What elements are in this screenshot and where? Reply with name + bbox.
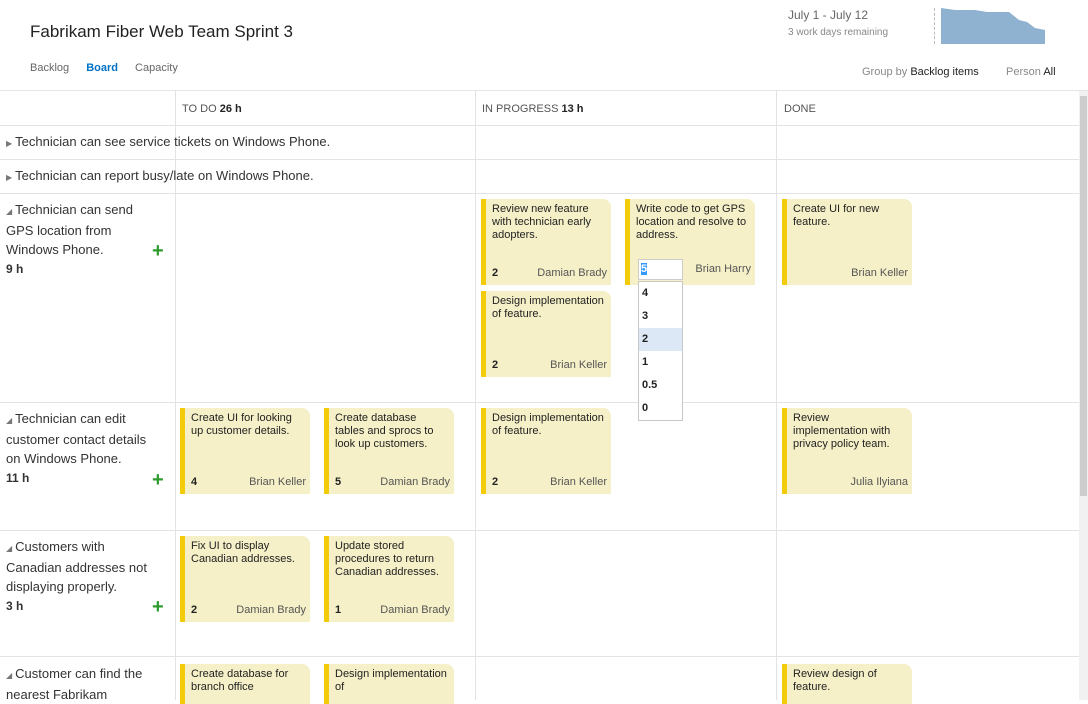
tab-capacity[interactable]: Capacity: [135, 62, 178, 74]
task-card[interactable]: Fix UI to display Canadian addresses. 2 …: [180, 536, 310, 622]
remaining-work-input[interactable]: 5: [638, 259, 683, 280]
collapsed-story-row[interactable]: ▶ Technician can report busy/late on Wind…: [6, 168, 314, 183]
remaining-work-dropdown[interactable]: 4 3 2 1 0.5 0: [638, 281, 683, 421]
dropdown-option[interactable]: 3: [639, 305, 682, 328]
assigned-to[interactable]: Damian Brady: [537, 267, 607, 279]
assigned-to[interactable]: Brian Keller: [249, 476, 306, 488]
remaining-work[interactable]: 2: [492, 476, 498, 488]
column-header-in-progress: IN PROGRESS 13 h: [482, 103, 584, 115]
assigned-to[interactable]: Damian Brady: [380, 476, 450, 488]
dropdown-option[interactable]: 4: [639, 282, 682, 305]
row-divider: [0, 530, 1079, 531]
add-task-icon[interactable]: +: [152, 470, 164, 490]
task-card[interactable]: Create database tables and sprocs to loo…: [324, 408, 454, 494]
remaining-work[interactable]: 2: [492, 359, 498, 371]
task-card[interactable]: Review design of feature.: [782, 664, 912, 704]
sprint-header: Fabrikam Fiber Web Team Sprint 3 Backlog…: [0, 0, 1088, 91]
task-card[interactable]: Review new feature with technician early…: [481, 199, 611, 285]
dropdown-option[interactable]: 0.5: [639, 374, 682, 397]
collapse-icon[interactable]: ◢: [6, 671, 12, 680]
column-header-done: DONE: [784, 103, 816, 115]
dropdown-option-selected[interactable]: 2: [639, 328, 682, 351]
assigned-to[interactable]: Brian Keller: [550, 359, 607, 371]
assigned-to[interactable]: Damian Brady: [380, 604, 450, 616]
story-item[interactable]: ◢ Technician can send GPS location from W…: [6, 200, 156, 279]
expand-icon[interactable]: ▶: [6, 139, 12, 148]
task-card[interactable]: Update stored procedures to return Canad…: [324, 536, 454, 622]
add-task-icon[interactable]: +: [152, 597, 164, 617]
story-item[interactable]: ◢ Customers with Canadian addresses not d…: [6, 537, 156, 616]
view-tabs: Backlog Board Capacity: [30, 62, 192, 74]
page-title: Fabrikam Fiber Web Team Sprint 3: [30, 22, 293, 41]
add-task-icon[interactable]: +: [152, 241, 164, 261]
story-item[interactable]: ◢ Technician can edit customer contact de…: [6, 409, 156, 488]
scrollbar-thumb[interactable]: [1080, 96, 1087, 496]
assigned-to[interactable]: Brian Keller: [550, 476, 607, 488]
task-card[interactable]: Design implementation of feature. 2 Bria…: [481, 408, 611, 494]
remaining-work[interactable]: 2: [191, 604, 197, 616]
story-hours: 3 h: [6, 599, 24, 613]
row-divider: [0, 402, 1079, 403]
task-card[interactable]: Review implementation with privacy polic…: [782, 408, 912, 494]
task-card[interactable]: Create UI for looking up customer detail…: [180, 408, 310, 494]
assigned-to[interactable]: Brian Harry: [695, 263, 751, 275]
person-filter[interactable]: Person All: [1006, 66, 1056, 78]
collapse-icon[interactable]: ◢: [6, 207, 12, 216]
remaining-work[interactable]: 4: [191, 476, 197, 488]
column-divider: [475, 91, 476, 700]
task-card[interactable]: Create database for branch office: [180, 664, 310, 704]
dropdown-option[interactable]: 0: [639, 397, 682, 420]
story-item[interactable]: ◢ Customer can find the nearest Fabrikam: [6, 664, 156, 704]
assigned-to[interactable]: Brian Keller: [851, 267, 908, 279]
remaining-work[interactable]: 1: [335, 604, 341, 616]
row-divider: [0, 159, 1079, 160]
collapsed-story-row[interactable]: ▶ Technician can see service tickets on W…: [6, 134, 330, 149]
collapse-icon[interactable]: ◢: [6, 416, 12, 425]
work-days-remaining: 3 work days remaining: [788, 27, 889, 38]
expand-icon[interactable]: ▶: [6, 173, 12, 182]
task-card[interactable]: Design implementation of: [324, 664, 454, 704]
story-hours: 9 h: [6, 262, 24, 276]
row-divider: [0, 656, 1079, 657]
column-divider: [776, 91, 777, 700]
sprint-date-range: July 1 - July 12: [788, 8, 869, 22]
column-header-todo: TO DO 26 h: [182, 103, 242, 115]
burndown-chart[interactable]: [934, 8, 1045, 44]
group-by-selector[interactable]: Group by Backlog items: [862, 66, 979, 78]
assigned-to[interactable]: Damian Brady: [236, 604, 306, 616]
task-card[interactable]: Design implementation of feature. 2 Bria…: [481, 291, 611, 377]
row-divider: [0, 193, 1079, 194]
dropdown-option[interactable]: 1: [639, 351, 682, 374]
remaining-work[interactable]: 5: [335, 476, 341, 488]
collapse-icon[interactable]: ◢: [6, 544, 12, 553]
task-card[interactable]: Create UI for new feature. Brian Keller: [782, 199, 912, 285]
row-divider: [0, 125, 1079, 126]
remaining-work[interactable]: 2: [492, 267, 498, 279]
story-hours: 11 h: [6, 471, 30, 485]
assigned-to[interactable]: Julia Ilyiana: [851, 476, 908, 488]
tab-board[interactable]: Board: [86, 62, 118, 74]
tab-backlog[interactable]: Backlog: [30, 62, 69, 74]
